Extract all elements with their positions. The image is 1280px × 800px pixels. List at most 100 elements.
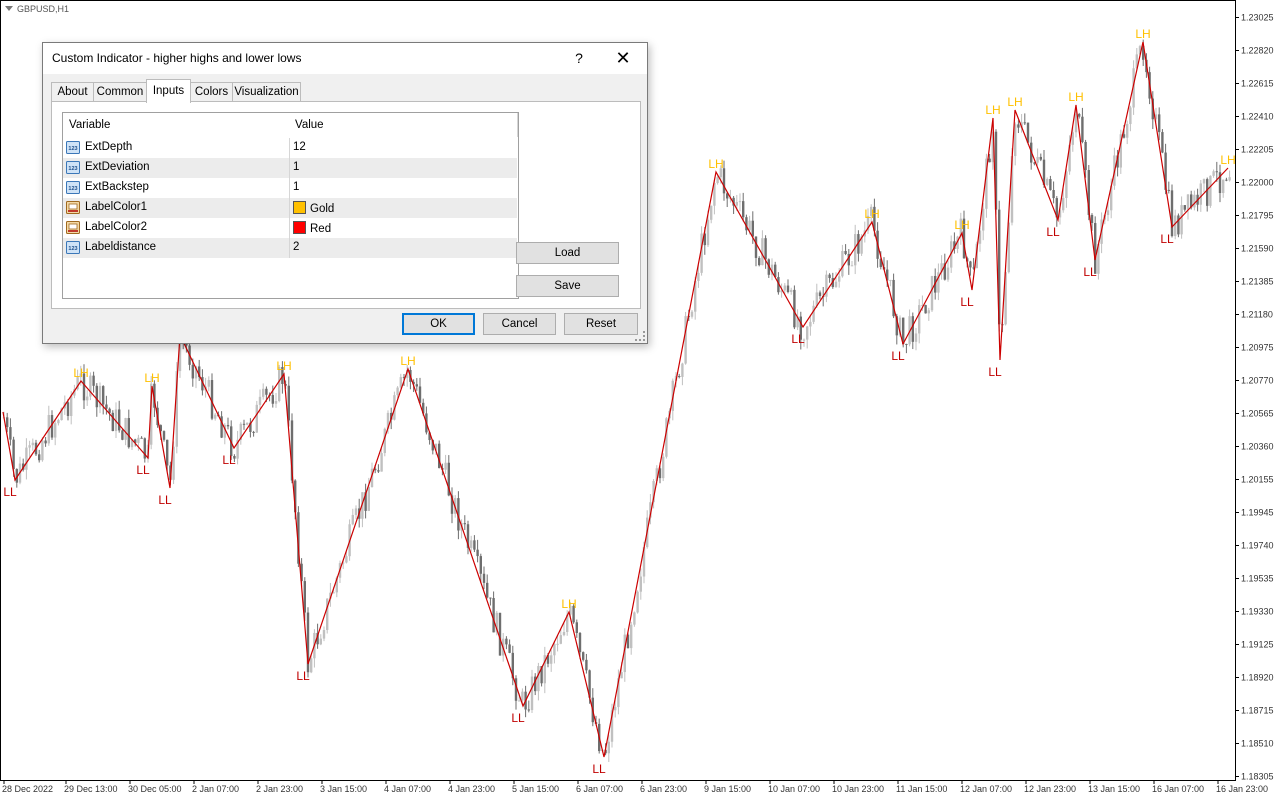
- candle-body: [607, 741, 610, 754]
- candle-body: [1209, 175, 1212, 206]
- column-header-variable[interactable]: Variable: [69, 113, 110, 137]
- color-swatch: [293, 221, 306, 234]
- candle-body: [793, 289, 796, 328]
- help-button[interactable]: ?: [567, 45, 591, 71]
- candle-body: [505, 638, 508, 645]
- candle-body: [614, 707, 617, 711]
- candle-body: [118, 409, 121, 431]
- input-row-labeldistance[interactable]: 123 Labeldistance 2: [63, 238, 517, 258]
- candle-body: [476, 549, 479, 557]
- candle-body: [486, 582, 489, 598]
- close-icon: ✕: [615, 48, 631, 68]
- swing-high-label: LH: [954, 218, 969, 232]
- input-row-extbackstep[interactable]: 123 ExtBackstep 1: [63, 178, 517, 198]
- candle-body: [735, 201, 738, 206]
- candle-body: [927, 310, 930, 314]
- candle-body: [1206, 179, 1209, 206]
- variable-value[interactable]: 1: [293, 181, 299, 193]
- candle-body: [818, 292, 822, 297]
- symbol-label: GBPUSD,H1: [5, 4, 69, 14]
- variable-name: ExtBackstep: [85, 181, 149, 193]
- resize-grip[interactable]: [635, 331, 645, 341]
- candle-body: [54, 423, 57, 438]
- candle-body: [636, 591, 639, 613]
- candle-body: [1049, 179, 1052, 191]
- svg-text:123: 123: [68, 186, 77, 192]
- input-row-labelcolor2[interactable]: LabelColor2 Red: [63, 218, 517, 238]
- candle-body: [121, 430, 124, 440]
- swing-high-label: LH: [400, 354, 415, 368]
- tab-colors[interactable]: Colors: [190, 82, 233, 102]
- svg-text:123: 123: [68, 166, 77, 172]
- candle-body: [303, 581, 306, 613]
- price-axis-label: 1.20565: [1241, 409, 1274, 419]
- candle-body: [988, 158, 991, 163]
- variable-value[interactable]: Red: [293, 221, 331, 235]
- tab-visualization[interactable]: Visualization: [232, 82, 301, 102]
- swing-low-label: LL: [136, 463, 150, 477]
- time-axis-label: 16 Jan 23:00: [1216, 784, 1268, 794]
- variable-name: LabelColor2: [85, 221, 148, 233]
- load-button[interactable]: Load: [516, 242, 619, 264]
- candle-body: [754, 236, 758, 258]
- dropdown-triangle-icon[interactable]: [5, 6, 13, 11]
- swing-low-label: LL: [960, 295, 974, 309]
- reset-button[interactable]: Reset: [564, 313, 638, 335]
- variable-name: ExtDeviation: [85, 161, 150, 173]
- candle-body: [969, 261, 972, 268]
- candle-body: [518, 700, 521, 702]
- price-axis-label: 1.18305: [1241, 772, 1274, 782]
- cell-divider: [289, 238, 290, 258]
- candle-body: [92, 375, 95, 386]
- swing-high-label: LH: [144, 371, 159, 385]
- input-row-labelcolor1[interactable]: LabelColor1 Gold: [63, 198, 517, 218]
- candle-body: [354, 508, 358, 515]
- input-row-extdepth[interactable]: 123 ExtDepth 12: [63, 138, 517, 158]
- candle-body: [1126, 124, 1129, 138]
- candle-body: [559, 635, 562, 644]
- variable-value[interactable]: Gold: [293, 201, 334, 215]
- tab-common[interactable]: Common: [93, 82, 147, 102]
- price-axis-label: 1.21590: [1241, 244, 1274, 254]
- candle-body: [678, 376, 681, 378]
- price-axis-label: 1.19125: [1241, 640, 1274, 650]
- candle-body: [1215, 171, 1218, 173]
- time-axis-label: 12 Jan 23:00: [1024, 784, 1076, 794]
- candle-body: [258, 396, 262, 405]
- candle-body: [498, 612, 502, 656]
- candle-body: [1062, 197, 1065, 211]
- variable-value[interactable]: 1: [293, 161, 299, 173]
- candle-body: [444, 462, 447, 470]
- candle-body: [482, 573, 486, 583]
- candle-body: [1046, 179, 1049, 185]
- variable-name: Labeldistance: [85, 241, 156, 253]
- candle-body: [783, 285, 786, 291]
- custom-indicator-dialog: Custom Indicator - higher highs and lowe…: [42, 42, 648, 344]
- price-axis-label: 1.22615: [1241, 79, 1274, 89]
- swing-low-label: LL: [1083, 265, 1097, 279]
- candle-body: [1228, 177, 1231, 181]
- variable-value[interactable]: 2: [293, 241, 299, 253]
- variable-value-text: Red: [310, 223, 332, 235]
- candle-body: [930, 275, 934, 311]
- ok-button[interactable]: OK: [402, 313, 475, 335]
- tab-about[interactable]: About: [51, 82, 94, 102]
- candle-body: [527, 709, 530, 711]
- column-header-value[interactable]: Value: [295, 113, 324, 137]
- candle-body: [28, 445, 31, 448]
- close-button[interactable]: ✕: [609, 45, 637, 71]
- candle-body: [86, 396, 89, 401]
- save-button[interactable]: Save: [516, 275, 619, 297]
- swing-high-label: LH: [73, 366, 88, 380]
- input-row-extdeviation[interactable]: 123 ExtDeviation 1: [63, 158, 517, 178]
- candle-body: [550, 655, 553, 664]
- candle-body: [1212, 171, 1215, 176]
- cancel-button[interactable]: Cancel: [483, 313, 556, 335]
- inputs-grid[interactable]: Variable Value 123 ExtDepth 12 123 ExtDeviat…: [62, 112, 519, 299]
- dialog-titlebar: Custom Indicator - higher highs and lowe…: [43, 43, 647, 74]
- candle-body: [530, 676, 534, 711]
- tab-inputs[interactable]: Inputs: [146, 79, 191, 103]
- candle-body: [556, 643, 559, 645]
- variable-value[interactable]: 12: [293, 141, 306, 153]
- candle-body: [1180, 205, 1183, 235]
